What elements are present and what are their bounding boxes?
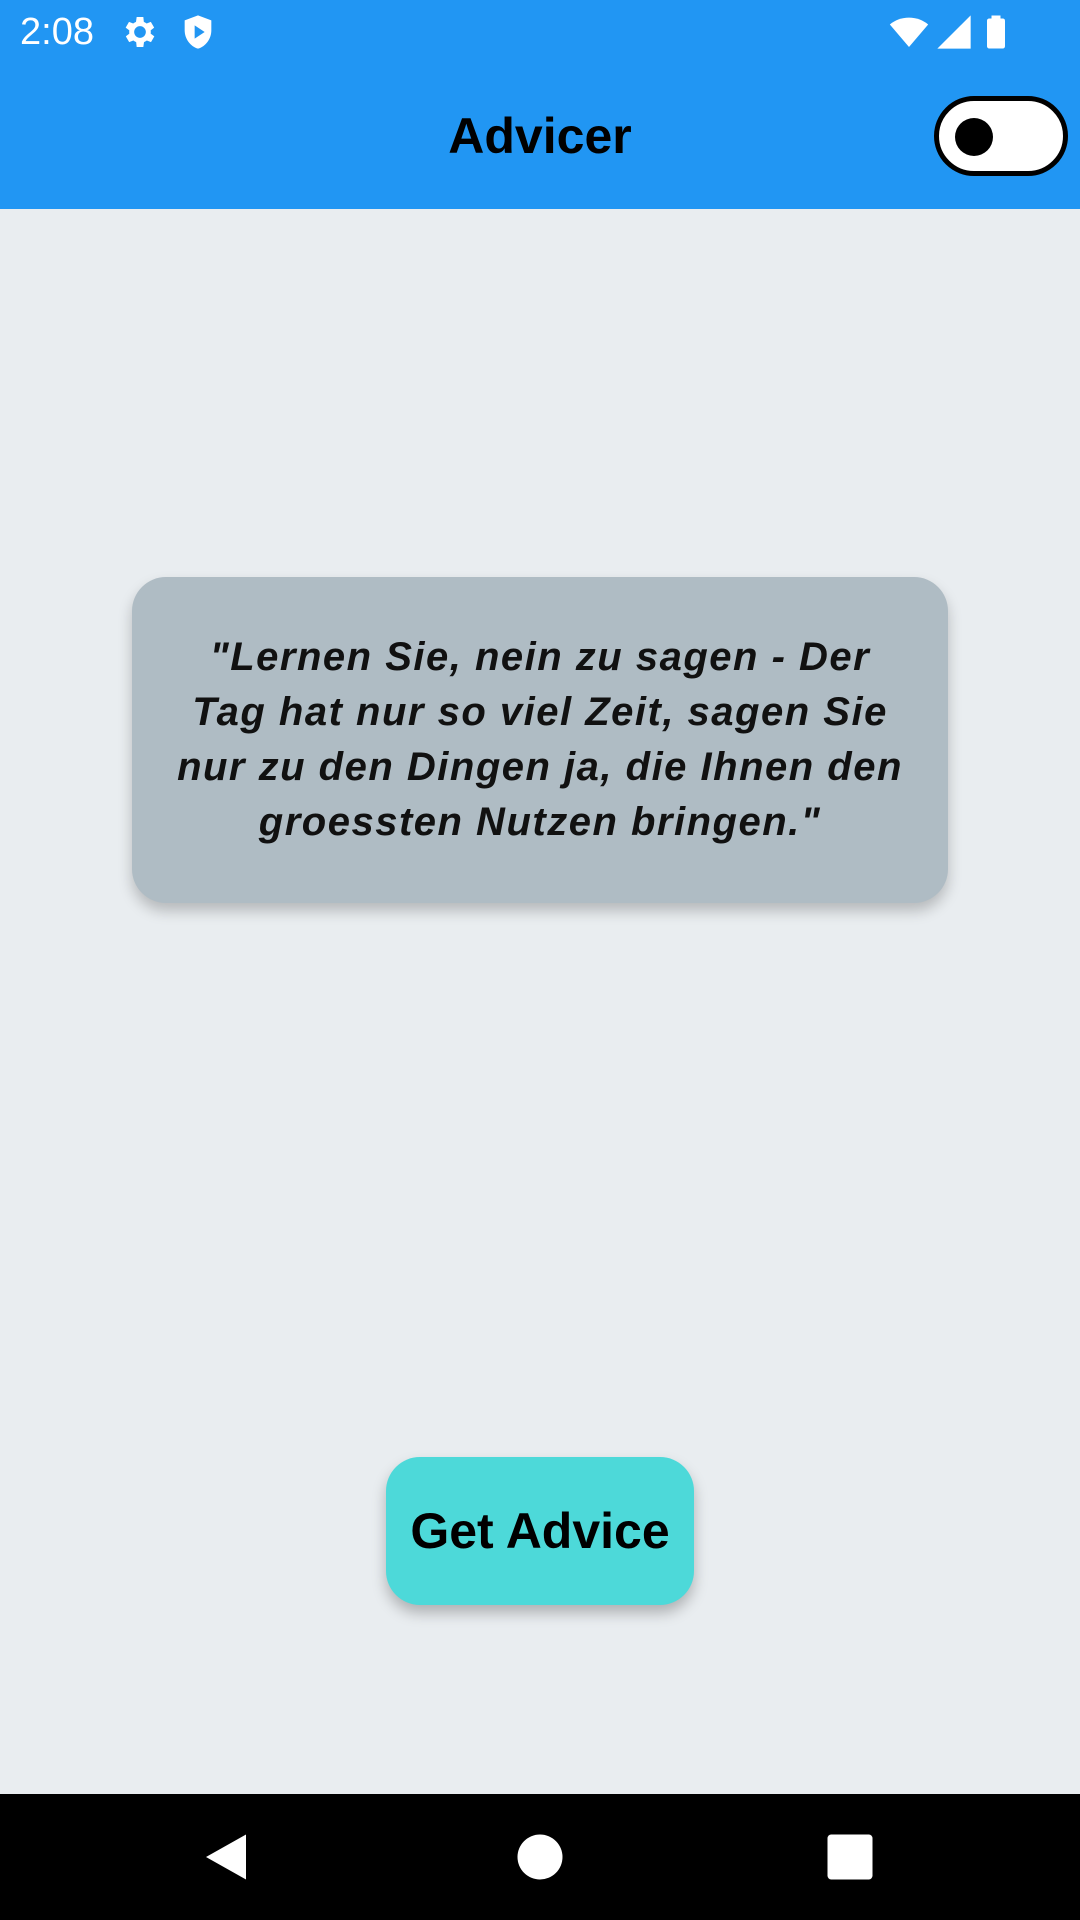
- back-icon[interactable]: [196, 1827, 256, 1887]
- advice-card: "Lernen Sie, nein zu sagen - Der Tag hat…: [132, 577, 948, 903]
- get-advice-button[interactable]: Get Advice: [386, 1457, 694, 1605]
- advice-text: "Lernen Sie, nein zu sagen - Der Tag hat…: [177, 635, 903, 844]
- theme-toggle-switch[interactable]: [934, 96, 1068, 176]
- home-icon[interactable]: [510, 1827, 570, 1887]
- battery-icon: [987, 15, 1005, 49]
- toggle-knob: [955, 118, 993, 156]
- app-bar: Advicer: [0, 64, 1080, 209]
- gear-icon: [125, 17, 155, 47]
- shield-play-icon: [184, 15, 212, 49]
- status-time: 2:08: [20, 11, 94, 53]
- status-bar: 2:08: [0, 0, 1080, 64]
- navigation-bar: [0, 1794, 1080, 1920]
- app-title: Advicer: [448, 108, 632, 164]
- recents-icon[interactable]: [820, 1827, 880, 1887]
- signal-icon: [937, 15, 971, 49]
- wifi-icon: [889, 17, 929, 47]
